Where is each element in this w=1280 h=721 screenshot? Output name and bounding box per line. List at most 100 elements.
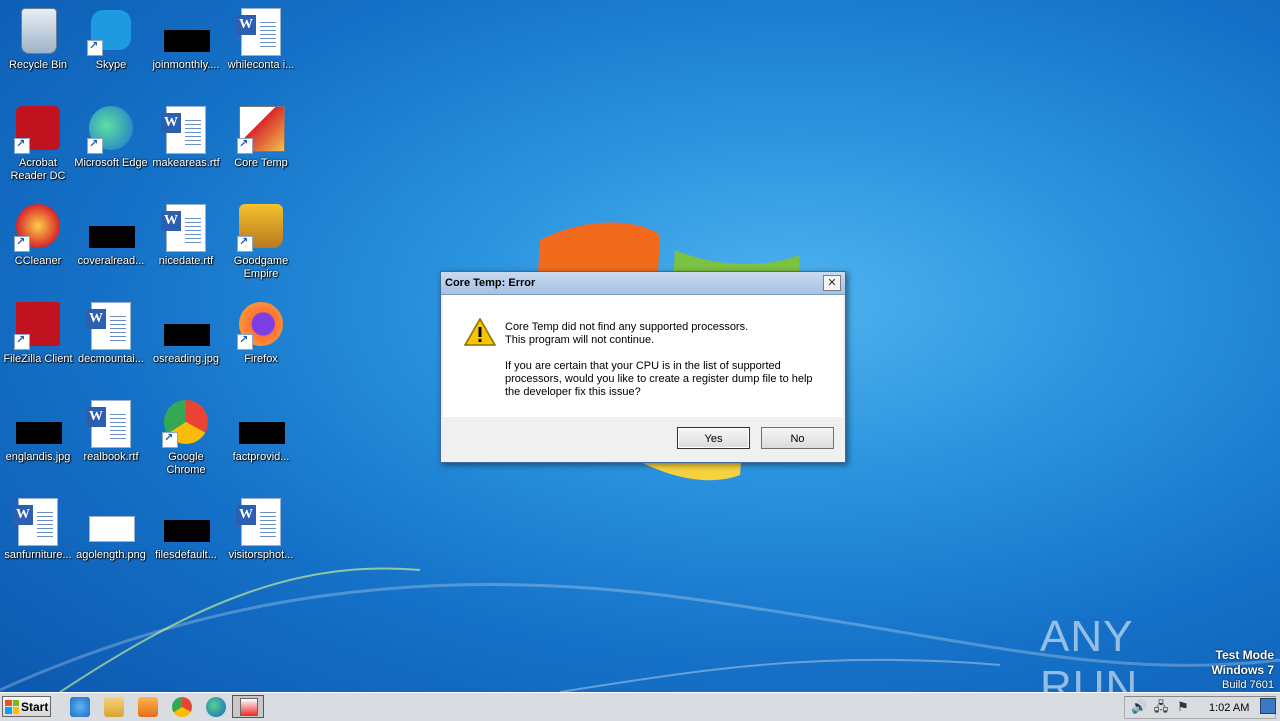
shortcut-arrow-icon [237, 235, 253, 252]
yes-button[interactable]: Yes [677, 427, 750, 449]
desktop-icon-label: FileZilla Client [3, 353, 73, 365]
desktop-icon[interactable]: Wsanfurniture... [0, 498, 76, 562]
desktop-icon[interactable]: osreading.jpg [148, 302, 224, 366]
desktop-icon[interactable]: Wdecmountai... [73, 302, 149, 366]
close-icon[interactable]: ✕ [823, 275, 841, 291]
dialog-message-line: the developer fix this issue? [505, 386, 641, 398]
file-explorer-icon[interactable] [104, 697, 124, 717]
desktop-icon-label: factprovid... [232, 451, 290, 463]
start-button[interactable]: Start [2, 696, 51, 717]
core-temp-icon [240, 698, 258, 716]
document-page: W [161, 106, 206, 154]
core-temp-taskbar-button[interactable] [232, 695, 264, 718]
desktop-icon[interactable]: factprovid... [223, 400, 299, 464]
word-doc-icon: W [86, 302, 135, 350]
desktop-icon[interactable]: CCleaner [0, 204, 76, 268]
redacted-file-icon [14, 400, 62, 448]
ccleaner-icon [14, 204, 62, 252]
desktop-icon-label: Goodgame Empire [233, 255, 289, 280]
warning-icon [463, 317, 497, 346]
shortcut-arrow-icon [162, 431, 178, 448]
desktop-icon-label: agolength.png [76, 549, 146, 561]
desktop-icon-label: whileconta i... [227, 59, 295, 71]
document-lines [260, 509, 276, 539]
desktop-icon-label: realbook.rtf [83, 451, 139, 463]
document-page: W [236, 498, 281, 546]
app-glyph [21, 8, 57, 54]
document-page: W [236, 8, 281, 56]
document-lines [37, 509, 53, 539]
desktop-icon[interactable]: Google Chrome [148, 400, 224, 477]
desktop-icon[interactable]: Wmakeareas.rtf [148, 106, 224, 170]
taskbar: Start 🔊 🖧 ⚑ 1:02 AM [0, 692, 1280, 721]
desktop-icon-label: joinmonthly.... [152, 59, 220, 71]
goodgame-empire-icon [237, 204, 285, 252]
clock[interactable]: 1:02 AM [1209, 702, 1249, 714]
firefox-icon [237, 302, 285, 350]
desktop-icon[interactable]: Goodgame Empire [223, 204, 299, 281]
desktop-icon-label: Skype [95, 59, 127, 71]
desktop-icon[interactable]: Skype [73, 8, 149, 72]
image-file-icon [87, 498, 135, 546]
show-desktop-button[interactable] [1260, 698, 1276, 714]
document-lines [110, 411, 126, 441]
no-button[interactable]: No [761, 427, 834, 449]
shortcut-arrow-icon [14, 235, 30, 252]
desktop-icon-label: Firefox [244, 353, 278, 365]
document-lines [260, 19, 276, 49]
desktop-icon-label: makeareas.rtf [152, 157, 220, 169]
desktop-icon-label: osreading.jpg [152, 353, 220, 365]
dialog-message-line: processors, would you like to create a r… [505, 373, 813, 385]
internet-explorer-icon[interactable] [70, 697, 90, 717]
desktop-icon[interactable]: Acrobat Reader DC [0, 106, 76, 183]
desktop-icon[interactable]: Wrealbook.rtf [73, 400, 149, 464]
document-lines [185, 215, 201, 245]
desktop-icon[interactable]: Wvisitorsphot... [223, 498, 299, 562]
recycle-bin-icon [14, 8, 62, 56]
word-badge: W [236, 15, 256, 35]
desktop-icon[interactable]: Wwhileconta i... [223, 8, 299, 72]
action-center-flag-icon[interactable]: ⚑ [1175, 700, 1191, 716]
document-page: W [86, 400, 131, 448]
desktop-icon-label: filesdefault... [155, 549, 217, 561]
desktop-icon-label: decmountai... [77, 353, 145, 365]
dialog-title: Core Temp: Error [445, 277, 536, 289]
desktop-icon[interactable]: joinmonthly.... [148, 8, 224, 72]
desktop-icon[interactable]: agolength.png [73, 498, 149, 562]
desktop-icon[interactable]: Microsoft Edge [73, 106, 149, 170]
redacted-thumbnail [164, 30, 210, 52]
desktop-icon-label: Microsoft Edge [74, 157, 148, 169]
desktop-icon-label: nicedate.rtf [158, 255, 214, 267]
shortcut-arrow-icon [237, 333, 253, 350]
edge-taskbar-icon[interactable] [206, 697, 226, 717]
desktop-icon[interactable]: Core Temp [223, 106, 299, 170]
desktop-icon[interactable]: Recycle Bin [0, 8, 76, 72]
test-mode-label: Test Mode [1215, 648, 1274, 662]
document-lines [185, 117, 201, 147]
network-icon[interactable]: 🖧 [1153, 700, 1169, 716]
desktop-icon[interactable]: FileZilla Client [0, 302, 76, 366]
shortcut-arrow-icon [237, 137, 253, 154]
redacted-thumbnail [164, 520, 210, 542]
dialog-titlebar[interactable]: Core Temp: Error ✕ [441, 272, 845, 295]
desktop-icon[interactable]: Firefox [223, 302, 299, 366]
desktop-icon[interactable]: englandis.jpg [0, 400, 76, 464]
desktop-icon[interactable]: filesdefault... [148, 498, 224, 562]
media-player-icon[interactable] [138, 697, 158, 717]
document-lines [110, 313, 126, 343]
acrobat-icon [14, 106, 62, 154]
desktop-icon[interactable]: coveralread... [73, 204, 149, 268]
redacted-file-icon [162, 8, 210, 56]
desktop-icon[interactable]: Wnicedate.rtf [148, 204, 224, 268]
desktop-icon-label: sanfurniture... [4, 549, 72, 561]
start-label: Start [21, 699, 49, 714]
filezilla-icon [14, 302, 62, 350]
chrome-taskbar-icon[interactable] [172, 697, 192, 717]
word-doc-icon: W [13, 498, 62, 546]
dialog-message-line: Core Temp did not find any supported pro… [505, 321, 749, 333]
word-doc-icon: W [161, 204, 210, 252]
volume-icon[interactable]: 🔊 [1131, 700, 1147, 716]
app-glyph [89, 516, 135, 542]
shortcut-arrow-icon [14, 333, 30, 350]
chrome-icon [162, 400, 210, 448]
